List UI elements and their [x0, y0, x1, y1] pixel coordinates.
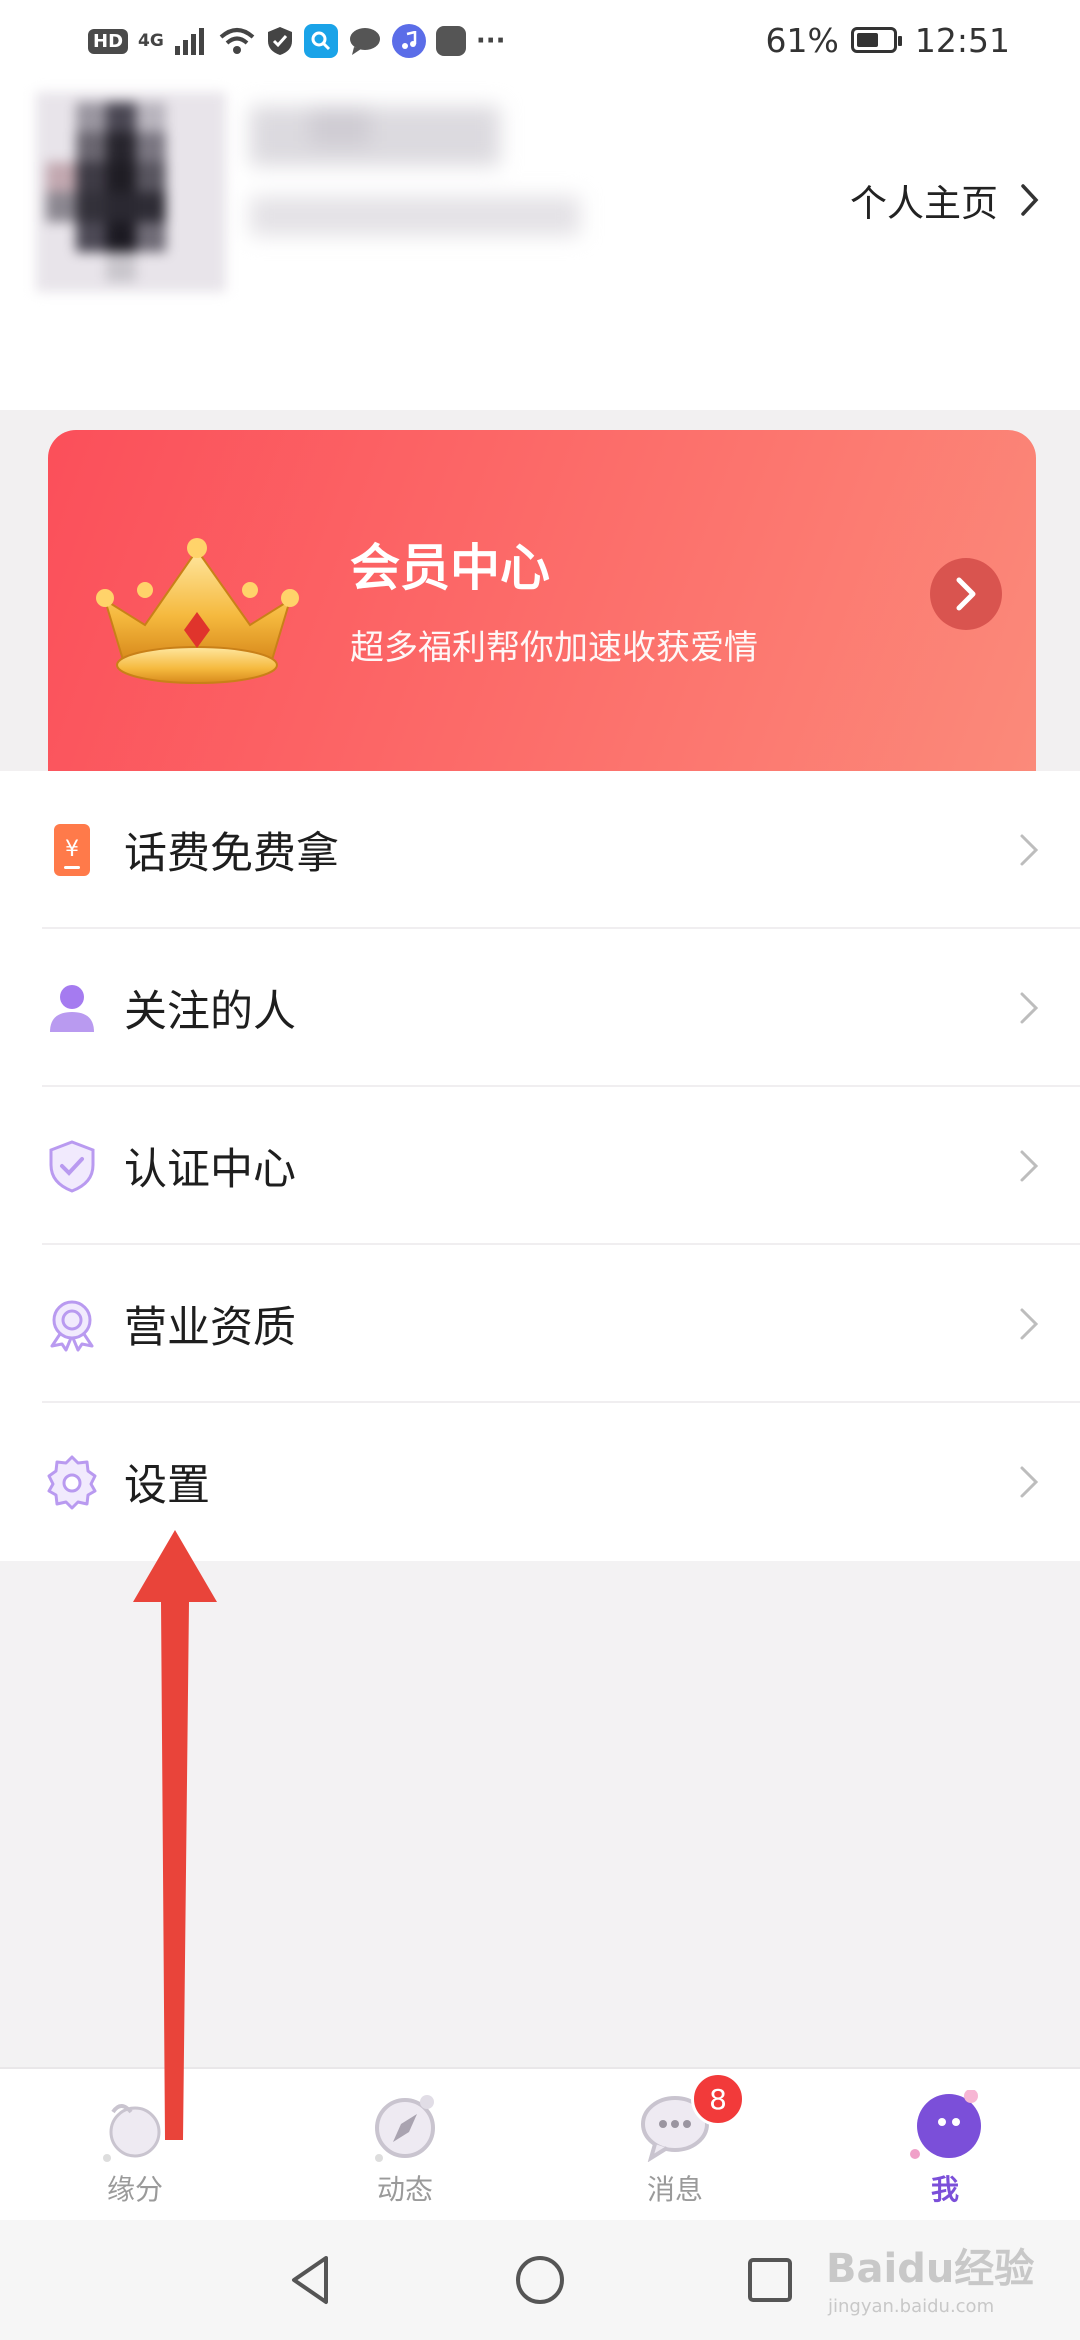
menu-list: ¥ 话费免费拿 关注的人 认证中心 营业资质 设置: [0, 771, 1080, 1561]
tab-messages[interactable]: 8 消息: [595, 2072, 755, 2210]
chevron-right-icon: [1020, 1466, 1039, 1498]
search-app-icon: [303, 24, 338, 58]
menu-item-label: 关注的人: [124, 987, 296, 1037]
tab-label: 动态: [376, 2173, 433, 2206]
menu-item-business-qualification[interactable]: 营业资质: [0, 1245, 1080, 1403]
battery-icon: [850, 27, 902, 53]
shield-icon: [267, 27, 292, 55]
badge-ribbon-icon: [50, 1300, 94, 1352]
tab-moments[interactable]: 动态: [325, 2090, 485, 2210]
chevron-right-icon: [1021, 184, 1039, 216]
menu-item-following[interactable]: 关注的人: [0, 929, 1080, 1087]
menu-item-free-phone-credit[interactable]: ¥ 话费免费拿: [0, 771, 1080, 929]
gear-icon: [47, 1455, 97, 1510]
tab-label: 消息: [646, 2173, 703, 2206]
tab-label: 我: [930, 2173, 959, 2206]
back-button[interactable]: [286, 2252, 334, 2308]
menu-item-label: 营业资质: [124, 1303, 296, 1353]
svg-text:¥: ¥: [65, 837, 79, 862]
menu-item-label: 设置: [124, 1461, 210, 1511]
menu-item-label: 话费免费拿: [124, 829, 339, 879]
status-bar-left: HD 4G ···: [88, 18, 505, 64]
network-type: 4G: [138, 31, 164, 51]
hd-indicator: HD: [88, 28, 129, 54]
status-bar-right: 61% 12:51: [766, 14, 1010, 66]
tab-me[interactable]: 我: [865, 2089, 1025, 2210]
tab-label: 缘分: [106, 2173, 163, 2206]
me-face-icon: [910, 2089, 981, 2159]
wifi-icon: [219, 28, 255, 54]
music-app-icon: [391, 24, 426, 58]
unread-badge: 8: [691, 2072, 745, 2126]
watermark-url: jingyan.baidu.com: [828, 2296, 995, 2317]
chat-app-icon: [349, 28, 380, 55]
home-button[interactable]: [514, 2254, 566, 2306]
chevron-right-icon: [1020, 1308, 1039, 1340]
annotation-arrow: [133, 1530, 217, 2140]
profile-page-link[interactable]: 个人主页: [850, 170, 1040, 230]
chevron-right-icon: [1020, 992, 1039, 1024]
more-notifications: ···: [475, 26, 506, 56]
chevron-right-icon: [1020, 834, 1039, 866]
profile-page-label: 个人主页: [850, 182, 998, 225]
signal-icon: [174, 28, 204, 55]
compass-icon: [375, 2095, 435, 2162]
chevron-right-icon: [1020, 1150, 1039, 1182]
menu-item-label: 认证中心: [124, 1145, 296, 1195]
verified-shield-icon: [49, 1140, 95, 1193]
recents-button[interactable]: [746, 2256, 794, 2304]
vip-arrow-button[interactable]: [930, 558, 1002, 630]
clock: 12:51: [914, 20, 1010, 60]
username: [250, 106, 580, 236]
person-icon: [50, 985, 94, 1032]
vip-title: 会员中心: [350, 539, 550, 597]
chevron-right-icon: [956, 577, 976, 611]
avatar[interactable]: [36, 92, 226, 292]
huawei-app-icon: [435, 26, 466, 56]
battery-percent: 61%: [765, 20, 839, 60]
watermark-brand: Baidu经验: [826, 2246, 1035, 2292]
menu-item-verification-center[interactable]: 认证中心: [0, 1087, 1080, 1245]
vip-subtitle: 超多福利帮你加速收获爱情: [350, 628, 758, 668]
phone-credit-icon: ¥: [54, 824, 90, 876]
crown-icon: [96, 538, 299, 684]
